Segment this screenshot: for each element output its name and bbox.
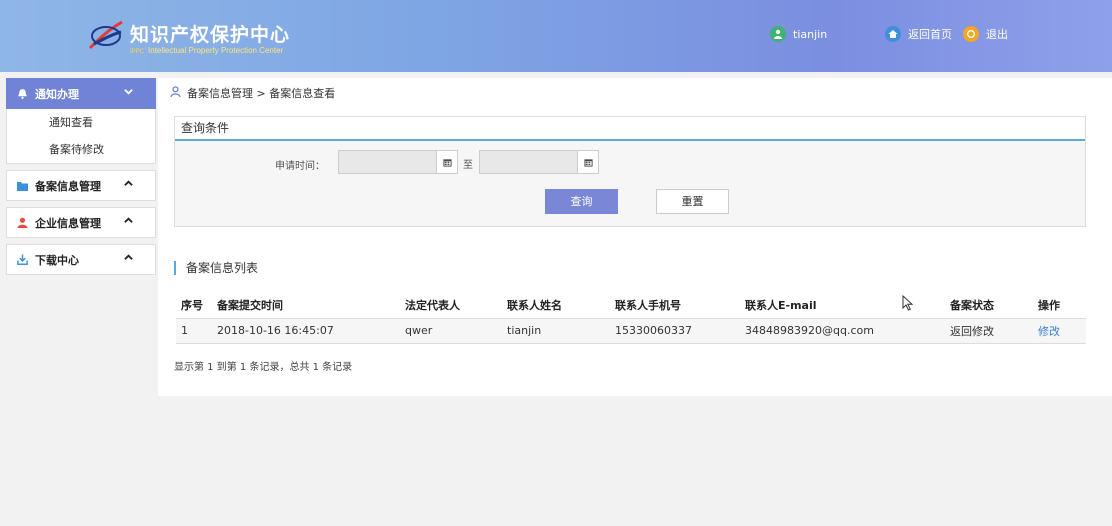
col-legal-rep: 法定代表人 — [400, 293, 502, 319]
bell-icon — [15, 88, 29, 99]
cell-contact-phone: 15330060337 — [610, 318, 740, 344]
chevron-up-icon — [124, 253, 133, 265]
menu-company-management[interactable]: 企业信息管理 — [6, 207, 156, 238]
brand-subtitle: IPPC Intellectual Property Protection Cen… — [130, 46, 283, 55]
menu-download-center[interactable]: 下载中心 — [6, 244, 156, 275]
sidebar-item-pending-edit[interactable]: 备案待修改 — [7, 136, 155, 163]
chevron-up-icon — [124, 179, 133, 191]
menu-download-label: 下载中心 — [35, 253, 79, 267]
col-contact-email: 联系人E-mail — [740, 293, 945, 319]
brand-title: 知识产权保护中心 — [130, 24, 291, 46]
mouse-cursor-icon — [902, 295, 914, 311]
reset-button[interactable]: 重置 — [656, 189, 729, 214]
home-link[interactable]: 返回首页 — [885, 26, 952, 42]
col-index: 序号 — [176, 293, 212, 319]
breadcrumb: 备案信息管理 > 备案信息查看 — [170, 85, 335, 101]
table-row: 1 2018-10-16 16:45:07 qwer tianjin 15330… — [176, 318, 1086, 344]
calendar-icon[interactable] — [577, 150, 599, 174]
query-panel-title: 查询条件 — [175, 117, 1085, 141]
col-submit-time: 备案提交时间 — [212, 293, 400, 319]
col-contact-name: 联系人姓名 — [502, 293, 610, 319]
list-title-text: 备案信息列表 — [186, 261, 259, 275]
top-header: 知识产权保护中心 IPPC Intellectual Property Prote… — [0, 0, 1112, 72]
col-contact-phone: 联系人手机号 — [610, 293, 740, 319]
title-accent-bar — [174, 260, 176, 275]
col-status: 备案状态 — [945, 293, 1033, 319]
home-icon — [885, 26, 901, 42]
download-icon — [15, 254, 29, 265]
brand-abbrev: IPPC — [130, 49, 145, 55]
search-button[interactable]: 查询 — [545, 189, 618, 214]
logout-label: 退出 — [986, 28, 1008, 41]
pagination-summary: 显示第 1 到第 1 条记录，总共 1 条记录 — [174, 362, 353, 373]
folder-icon — [15, 181, 29, 191]
sidebar-item-notice-view[interactable]: 通知查看 — [7, 109, 155, 136]
cell-contact-name: tianjin — [502, 318, 610, 344]
menu-filing-management[interactable]: 备案信息管理 — [6, 170, 156, 201]
cell-submit-time: 2018-10-16 16:45:07 — [212, 318, 400, 344]
sidebar: 通知办理 通知查看 备案待修改 备案信息管理 企业信息管理 下载中心 — [6, 78, 156, 281]
ippc-logo-icon — [88, 20, 123, 50]
col-action: 操作 — [1033, 293, 1086, 319]
calendar-icon[interactable] — [436, 150, 458, 174]
filing-table: 序号 备案提交时间 法定代表人 联系人姓名 联系人手机号 联系人E-mail 备… — [176, 293, 1086, 344]
cell-index: 1 — [176, 318, 212, 344]
menu-notice[interactable]: 通知办理 — [6, 78, 156, 109]
cell-status: 返回修改 — [945, 318, 1033, 344]
chevron-down-icon — [124, 87, 133, 99]
date-range-separator: 至 — [463, 160, 473, 171]
power-icon — [963, 26, 979, 42]
user-icon — [770, 26, 786, 42]
user-icon — [15, 217, 29, 228]
menu-company-label: 企业信息管理 — [35, 216, 101, 230]
main-content: 备案信息管理 > 备案信息查看 查询条件 申请时间： 至 查询 重置 备案信息列… — [158, 78, 1112, 396]
list-section-title: 备案信息列表 — [174, 259, 258, 276]
chevron-up-icon — [124, 216, 133, 228]
person-icon — [170, 86, 181, 100]
menu-filing-label: 备案信息管理 — [35, 179, 101, 193]
brand-subtitle-text: Intellectual Property Protection Center — [148, 46, 284, 55]
home-label: 返回首页 — [908, 28, 952, 41]
menu-notice-label: 通知办理 — [35, 87, 79, 101]
query-panel: 查询条件 申请时间： 至 查询 重置 — [174, 116, 1086, 227]
username: tianjin — [793, 27, 828, 41]
cell-contact-email: 34848983920@qq.com — [740, 318, 945, 344]
cell-legal-rep: qwer — [400, 318, 502, 344]
table-header-row: 序号 备案提交时间 法定代表人 联系人姓名 联系人手机号 联系人E-mail 备… — [176, 293, 1086, 319]
current-user[interactable]: tianjin — [770, 26, 827, 42]
submenu-notice: 通知查看 备案待修改 — [6, 109, 156, 164]
logout-link[interactable]: 退出 — [963, 26, 1008, 42]
breadcrumb-path: 备案信息管理 > 备案信息查看 — [187, 87, 336, 100]
edit-link[interactable]: 修改 — [1033, 318, 1086, 344]
apply-date-label: 申请时间： — [275, 161, 325, 172]
